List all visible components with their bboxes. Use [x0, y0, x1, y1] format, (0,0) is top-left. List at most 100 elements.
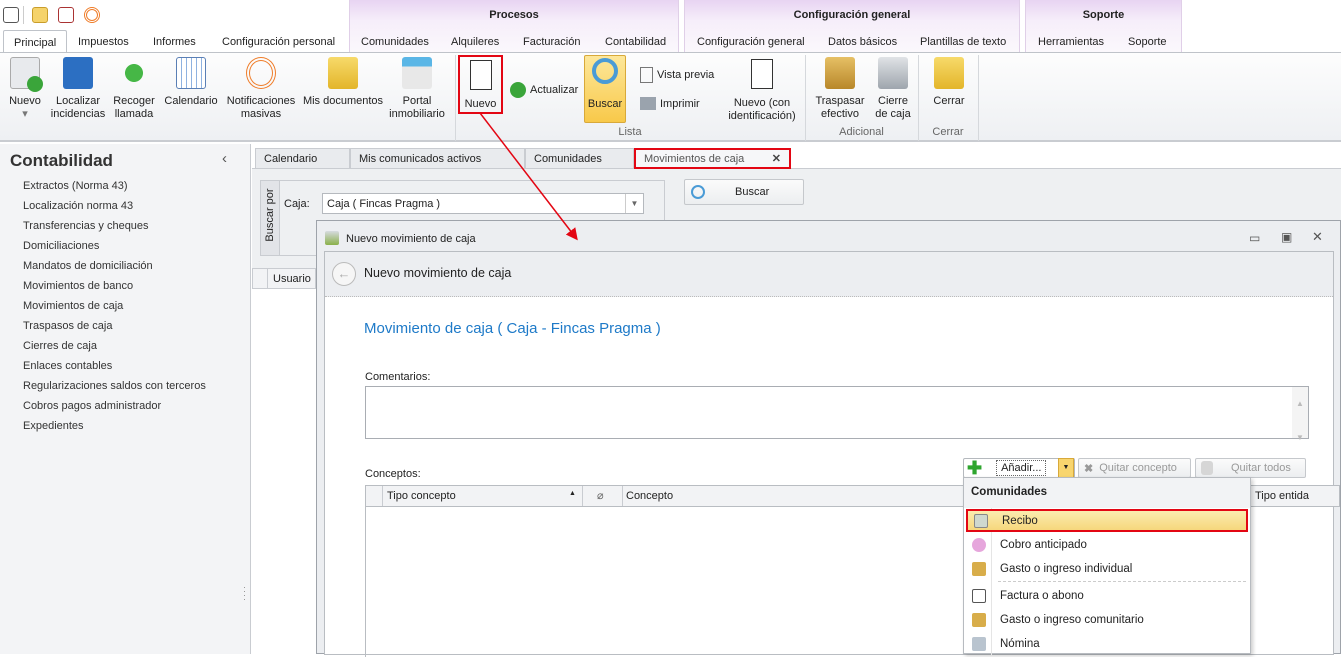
expense-icon — [972, 612, 986, 627]
mail-icon[interactable] — [32, 7, 48, 23]
cerrar-button[interactable]: Cerrar — [926, 53, 972, 108]
label: Mis documentos — [302, 95, 384, 107]
add-concept-menu: Comunidades Recibo Cobro anticipado Gast… — [963, 477, 1251, 655]
mis-documentos-button[interactable]: Mis documentos — [302, 53, 384, 108]
comentarios-textarea[interactable]: ▲ ▼ — [365, 386, 1309, 442]
actualizar-button[interactable]: Actualizar — [510, 82, 578, 98]
tab-principal[interactable]: Principal — [3, 30, 68, 53]
nuevo-menu-button[interactable]: Nuevo ▾ — [4, 53, 46, 121]
add-icon: ✚ — [967, 458, 983, 478]
sidebar-item[interactable]: Movimientos de caja — [23, 300, 123, 312]
grid-body — [252, 289, 316, 654]
doc-tab-movimientos-caja[interactable]: Movimientos de caja ✕ — [634, 148, 791, 169]
calendar-icon — [176, 57, 206, 89]
sidebar-item[interactable]: Localización norma 43 — [23, 200, 133, 212]
cash-register-icon — [325, 231, 339, 245]
sidebar-item[interactable]: Traspasos de caja — [23, 320, 112, 332]
column-tipo-concepto[interactable]: Tipo concepto — [387, 490, 456, 502]
label: Actualizar — [530, 84, 579, 96]
splitter-handle[interactable]: · · · · — [243, 583, 246, 604]
sidebar-item[interactable]: Transferencias y cheques — [23, 220, 149, 232]
tasks-icon[interactable] — [58, 7, 74, 23]
tab-facturacion[interactable]: Facturación — [523, 36, 580, 48]
localizar-incidencias-button[interactable]: Localizar incidencias — [50, 53, 106, 121]
label: Cerrar — [933, 95, 965, 107]
sidebar-item[interactable]: Regularizaciones saldos con terceros — [23, 380, 206, 392]
sidebar-item[interactable]: Mandatos de domiciliación — [23, 260, 153, 272]
divider — [23, 6, 24, 24]
caja-select[interactable]: Caja ( Fincas Pragma ) ▼ — [322, 193, 644, 214]
chevron-down-icon[interactable]: ▼ — [625, 194, 643, 213]
search-side-label: Buscar por — [264, 188, 276, 242]
tab-contabilidad[interactable]: Contabilidad — [605, 36, 666, 48]
sidebar-item[interactable]: Enlaces contables — [23, 360, 112, 372]
sidebar-item[interactable]: Domiciliaciones — [23, 240, 99, 252]
payroll-icon — [972, 636, 986, 651]
sidebar-item[interactable]: Extractos (Norma 43) — [23, 180, 128, 192]
maximize-icon[interactable]: ▣ — [1281, 230, 1292, 244]
ribbon: Nuevo ▾ Localizar incidencias Recoger lla… — [0, 52, 1341, 142]
search-buscar-button[interactable]: Buscar — [684, 179, 804, 205]
label: Localizar incidencias — [50, 95, 106, 120]
doc-tab-calendario[interactable]: Calendario — [255, 148, 350, 169]
column-tipo-entidad[interactable]: Tipo entida — [1255, 490, 1309, 502]
label: Buscar — [735, 186, 770, 198]
minimize-icon[interactable]: ▭ — [1249, 231, 1260, 245]
scrollbar[interactable]: ▲ ▼ — [1292, 387, 1308, 442]
collapse-sidebar-icon[interactable]: ‹ — [222, 150, 227, 167]
column-concepto[interactable]: Concepto — [626, 490, 673, 502]
imprimir-button[interactable]: Imprimir — [640, 97, 700, 110]
tab-plantillas-texto[interactable]: Plantillas de texto — [920, 36, 1006, 48]
notificaciones-masivas-button[interactable]: Notificaciones masivas — [224, 53, 298, 121]
sidebar-item[interactable]: Cobros pagos administrador — [23, 400, 161, 412]
menu-item-nomina[interactable]: Nómina — [966, 632, 1248, 655]
tab-impuestos[interactable]: Impuestos — [78, 36, 129, 48]
menu-item-gasto-individual[interactable]: Gasto o ingreso individual — [966, 557, 1248, 580]
lista-nuevo-button[interactable]: Nuevo — [458, 55, 503, 114]
close-icon[interactable]: ✕ — [1312, 229, 1323, 245]
app-menu-icon[interactable] — [3, 7, 19, 23]
quitar-todos-button[interactable]: Quitar todos — [1195, 458, 1306, 478]
folder-icon — [328, 57, 358, 89]
recoger-llamada-button[interactable]: Recoger llamada — [110, 53, 158, 121]
tab-configuracion-general[interactable]: Configuración general — [697, 36, 805, 48]
sidebar-item[interactable]: Cierres de caja — [23, 340, 97, 352]
menu-item-cobro-anticipado[interactable]: Cobro anticipado — [966, 533, 1248, 556]
label: Nuevo — [9, 95, 41, 107]
tab-comunidades[interactable]: Comunidades — [361, 36, 429, 48]
tab-label: Movimientos de caja — [644, 153, 745, 165]
column-usuario[interactable]: Usuario — [273, 273, 311, 285]
back-icon[interactable]: ← — [332, 262, 356, 286]
menu-item-gasto-comunitario[interactable]: Gasto o ingreso comunitario — [966, 608, 1248, 631]
vista-previa-button[interactable]: Vista previa — [640, 67, 714, 83]
traspasar-efectivo-button[interactable]: Traspasar efectivo — [812, 53, 868, 121]
anadir-button[interactable]: ✚ Añadir... ▼ — [963, 458, 1075, 478]
label: Buscar — [587, 98, 623, 110]
tab-configuracion-personal[interactable]: Configuración personal — [222, 36, 335, 48]
notifications-icon[interactable] — [84, 7, 100, 23]
tab-alquileres[interactable]: Alquileres — [451, 36, 499, 48]
label: Calendario — [164, 95, 218, 107]
blank-document-icon — [469, 60, 492, 90]
tab-soporte[interactable]: Soporte — [1128, 36, 1167, 48]
quitar-concepto-button[interactable]: ✖ Quitar concepto — [1078, 458, 1191, 478]
menu-item-recibo[interactable]: Recibo — [966, 509, 1248, 532]
menu-item-factura-abono[interactable]: Factura o abono — [966, 584, 1248, 607]
doc-tab-comunicados[interactable]: Mis comunicados activos — [350, 148, 525, 169]
label: Recibo — [1002, 514, 1038, 527]
tab-herramientas[interactable]: Herramientas — [1038, 36, 1104, 48]
label: Portal inmobiliario — [389, 95, 445, 120]
cierre-de-caja-button[interactable]: Cierre de caja — [872, 53, 914, 121]
chevron-down-icon[interactable]: ▼ — [1058, 458, 1074, 478]
buscar-button[interactable]: Buscar — [584, 55, 626, 123]
close-tab-icon[interactable]: ✕ — [772, 152, 781, 165]
sidebar-item[interactable]: Movimientos de banco — [23, 280, 133, 292]
nuevo-con-identificacion-button[interactable]: Nuevo (con identificación) — [726, 53, 798, 123]
tab-datos-basicos[interactable]: Datos básicos — [828, 36, 897, 48]
tab-informes[interactable]: Informes — [153, 36, 196, 48]
phone-icon — [119, 57, 149, 89]
sidebar-item[interactable]: Expedientes — [23, 420, 84, 432]
calendario-button[interactable]: Calendario — [162, 53, 220, 108]
doc-tab-comunidades[interactable]: Comunidades — [525, 148, 634, 169]
portal-inmobiliario-button[interactable]: Portal inmobiliario — [388, 53, 446, 121]
